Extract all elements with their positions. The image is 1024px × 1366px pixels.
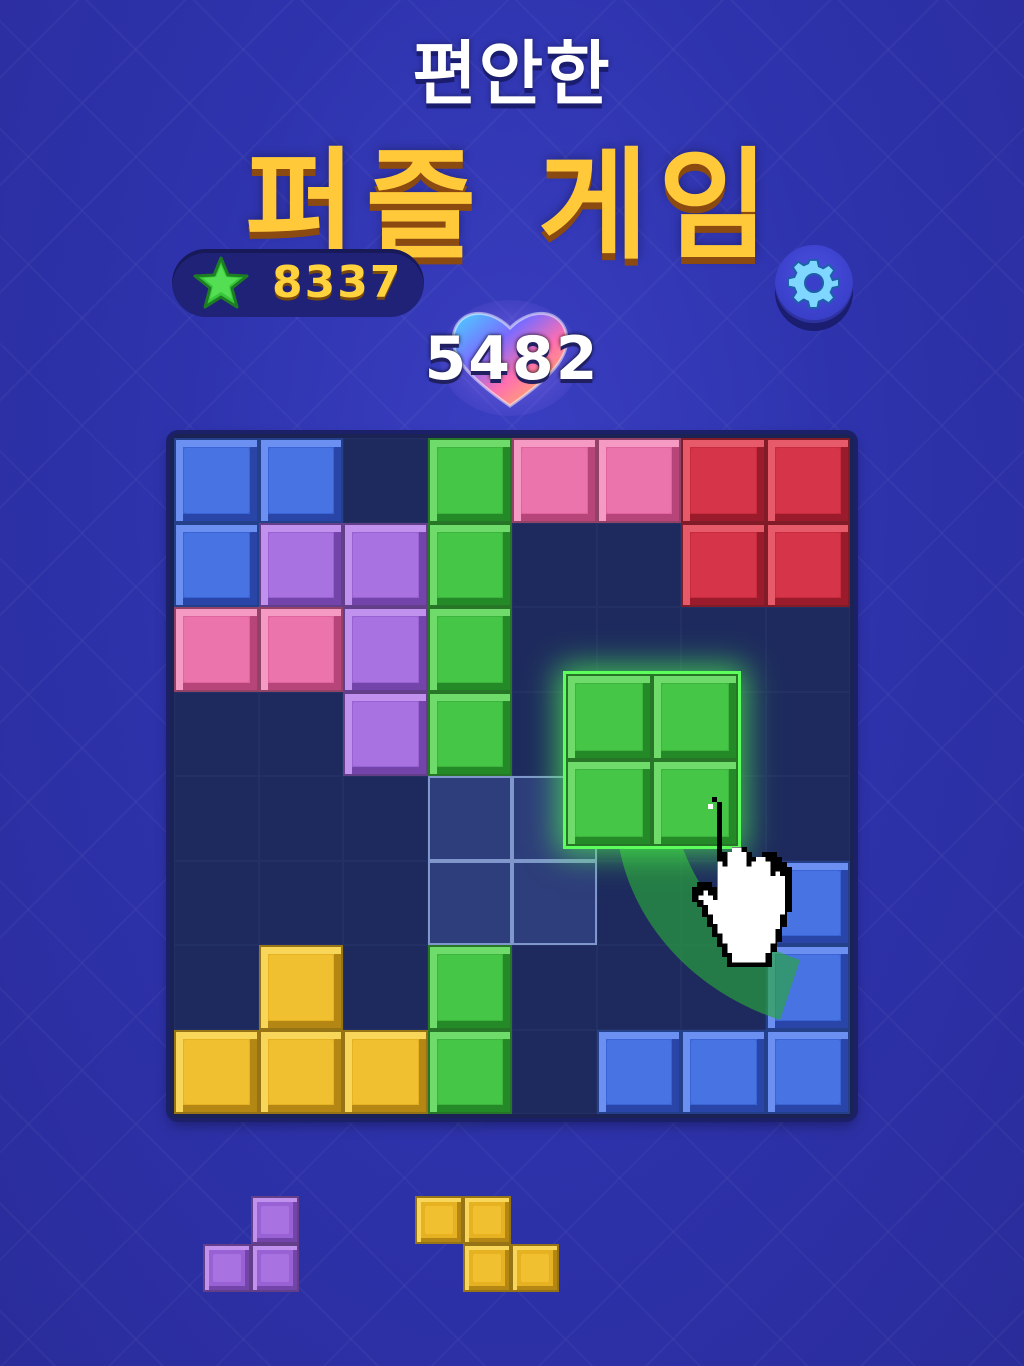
pointer-hand-icon	[692, 797, 792, 967]
board-cell-empty	[512, 522, 597, 607]
board-block-purple	[343, 522, 428, 607]
tray-piece-block	[415, 1196, 463, 1244]
board-cell-empty	[596, 522, 681, 607]
board-cell-empty	[258, 776, 343, 861]
gear-icon	[788, 258, 840, 309]
header-title: 퍼즐 게임	[245, 137, 779, 276]
score-value: 5482	[424, 324, 600, 394]
board-block-blue	[174, 522, 259, 607]
drop-preview-cell	[427, 776, 512, 861]
board-cell-empty	[765, 607, 850, 692]
board-cell-empty	[343, 860, 428, 945]
dragged-piece-block	[652, 674, 738, 760]
board-block-blue	[596, 1029, 681, 1114]
board-block-green	[427, 522, 512, 607]
board-block-blue	[258, 438, 343, 523]
tray-piece-block	[203, 1244, 251, 1292]
board-block-green	[427, 691, 512, 776]
board-block-purple	[343, 691, 428, 776]
tray-piece-block	[511, 1244, 559, 1292]
board-block-green	[427, 438, 512, 523]
board-block-pink	[512, 438, 597, 523]
board-cell-empty	[174, 945, 259, 1030]
drop-preview-cell	[427, 860, 512, 945]
board-cell-empty	[343, 438, 428, 523]
board-block-red	[765, 522, 850, 607]
board-block-pink	[258, 607, 343, 692]
board-block-purple	[258, 522, 343, 607]
header-subtitle: 편안한	[412, 33, 612, 115]
board-cell-empty	[174, 691, 259, 776]
tray-piece-block	[463, 1244, 511, 1292]
board-cell-empty	[174, 860, 259, 945]
settings-button[interactable]	[775, 245, 853, 323]
board-block-yellow	[174, 1029, 259, 1114]
tray-piece-block	[463, 1196, 511, 1244]
board-block-red	[765, 438, 850, 523]
star-icon	[193, 256, 249, 309]
board-cell-empty	[343, 945, 428, 1030]
tray-piece-block	[251, 1196, 299, 1244]
drop-preview-cell	[512, 860, 597, 945]
board-cell-empty	[512, 1029, 597, 1114]
board-cell-empty	[765, 691, 850, 776]
board-block-green	[427, 607, 512, 692]
board-block-pink	[174, 607, 259, 692]
star-count: 8337	[272, 257, 403, 308]
board-block-blue	[765, 1029, 850, 1114]
dragged-piece-block	[566, 674, 652, 760]
board-block-blue	[174, 438, 259, 523]
tray-piece-block	[251, 1244, 299, 1292]
board-block-red	[681, 522, 766, 607]
board-block-blue	[681, 1029, 766, 1114]
board-block-red	[681, 438, 766, 523]
board-cell-empty	[174, 776, 259, 861]
board-block-yellow	[343, 1029, 428, 1114]
board-block-yellow	[258, 1029, 343, 1114]
board-block-yellow	[258, 945, 343, 1030]
star-counter: 8337	[172, 249, 424, 317]
board-block-pink	[596, 438, 681, 523]
board-block-purple	[343, 607, 428, 692]
board-cell-empty	[258, 860, 343, 945]
board-block-green	[427, 1029, 512, 1114]
board-cell-empty	[343, 776, 428, 861]
board-cell-empty	[512, 945, 597, 1030]
dragged-piece-block	[566, 760, 652, 846]
board-block-green	[427, 945, 512, 1030]
board-cell-empty	[258, 691, 343, 776]
